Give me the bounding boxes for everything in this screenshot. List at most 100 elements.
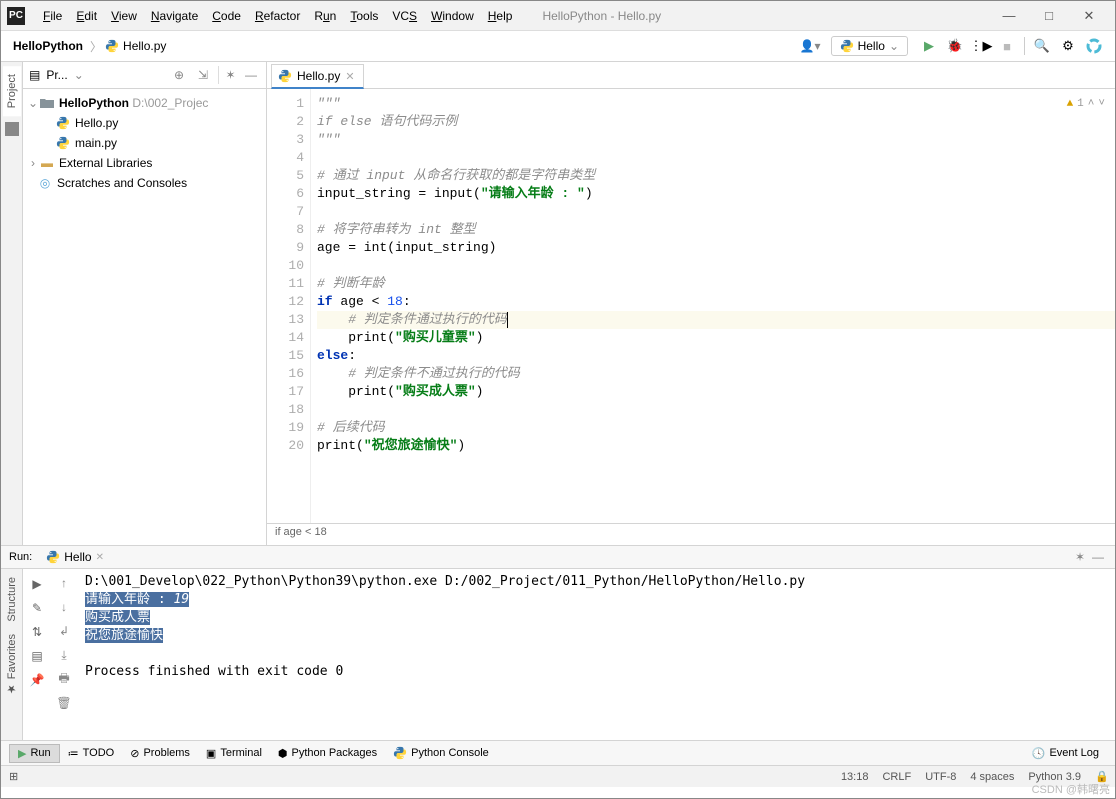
tree-external-libraries[interactable]: › ▬ External Libraries — [23, 153, 266, 173]
search-everywhere-button[interactable]: 🔍 — [1030, 34, 1054, 58]
tab-label: Hello.py — [297, 69, 340, 83]
console-output[interactable]: D:\001_Develop\022_Python\Python39\pytho… — [77, 569, 1115, 740]
menu-code[interactable]: Code — [206, 7, 247, 25]
console-line-prompt: 请输入年龄 : 19 — [85, 592, 189, 607]
status-bar: ⊞ 13:18 CRLF UTF-8 4 spaces Python 3.9 🔒 — [1, 765, 1115, 787]
tab-structure[interactable]: Structure — [6, 577, 18, 622]
tab-problems[interactable]: ⊘Problems — [122, 745, 198, 762]
gutter[interactable]: 1234567891011121314151617181920 — [267, 89, 311, 523]
left-tool-strip: Project — [1, 62, 23, 545]
tab-project[interactable]: Project — [3, 66, 21, 116]
menu-tools[interactable]: Tools — [344, 7, 384, 25]
collapse-button[interactable]: ✶ — [218, 66, 236, 84]
context-breadcrumb[interactable]: if age < 18 — [267, 523, 1115, 545]
scroll-end-button[interactable]: ⤓ — [54, 645, 74, 665]
run-title: Run: — [9, 551, 32, 563]
file-label: main.py — [75, 136, 117, 150]
text-caret — [507, 312, 508, 328]
ide-features-button[interactable] — [1082, 34, 1106, 58]
run-more-button[interactable]: ⋮▶ — [969, 34, 993, 58]
close-tab-icon[interactable]: ✕ — [345, 70, 354, 83]
tree-project-root[interactable]: ⌄ HelloPython D:\002_Projec — [23, 93, 266, 113]
external-libs-label: External Libraries — [59, 156, 152, 170]
tab-python-packages[interactable]: ⬢Python Packages — [270, 745, 385, 762]
close-icon[interactable]: ✕ — [96, 552, 104, 563]
menu-navigate[interactable]: Navigate — [145, 7, 204, 25]
menu-vcs[interactable]: VCS — [386, 7, 423, 25]
status-encoding[interactable]: UTF-8 — [925, 771, 956, 783]
tab-python-console[interactable]: Python Console — [385, 744, 497, 762]
up-button[interactable]: ↑ — [54, 573, 74, 593]
print-button[interactable]: 🖶 — [54, 669, 74, 689]
left-tool-strip-lower: Structure ★ Favorites — [1, 569, 23, 740]
menu-file[interactable]: File — [37, 7, 68, 25]
menu-window[interactable]: Window — [425, 7, 480, 25]
user-icon[interactable]: 👤▾ — [800, 39, 821, 53]
code-area[interactable]: ▲ 1 ˄ ˅ 1234567891011121314151617181920 … — [267, 89, 1115, 523]
bottom-tool-tabs: ▶Run ≔TODO ⊘Problems ▣Terminal ⬢Python P… — [1, 740, 1115, 765]
python-file-icon — [105, 39, 119, 53]
tree-scratches[interactable]: ◎ Scratches and Consoles — [23, 173, 266, 193]
python-icon — [393, 746, 407, 760]
python-icon — [46, 550, 60, 564]
editor: Hello.py ✕ ▲ 1 ˄ ˅ 123456789101112131415… — [267, 62, 1115, 545]
menu-run[interactable]: Run — [308, 7, 342, 25]
toggle-button[interactable]: ⇅ — [26, 621, 48, 643]
tab-todo[interactable]: ≔TODO — [60, 745, 123, 762]
tab-terminal[interactable]: ▣Terminal — [198, 745, 270, 762]
run-config-select[interactable]: Hello ⌄ — [831, 36, 908, 56]
delete-button[interactable]: 🗑 — [54, 693, 74, 713]
hide-run-button[interactable]: — — [1089, 548, 1107, 566]
menu-edit[interactable]: Edit — [70, 7, 103, 25]
status-tool-window-button[interactable]: ⊞ — [9, 770, 18, 783]
python-file-icon — [278, 69, 292, 83]
menu-view[interactable]: View — [105, 7, 143, 25]
bookmarks-icon[interactable] — [5, 122, 19, 136]
tab-favorites[interactable]: ★ Favorites — [5, 634, 18, 695]
status-caret-position[interactable]: 13:18 — [841, 771, 869, 783]
hide-button[interactable]: — — [242, 66, 260, 84]
soft-wrap-button[interactable]: ↲ — [54, 621, 74, 641]
locate-button[interactable]: ⊕ — [170, 66, 188, 84]
project-view-icon: ▤ — [29, 68, 40, 82]
run-tab-hello[interactable]: Hello ✕ — [40, 548, 110, 566]
expand-button[interactable]: ⇲ — [194, 66, 212, 84]
project-panel-title[interactable]: Pr... — [46, 68, 67, 82]
menu-refactor[interactable]: Refactor — [249, 7, 306, 25]
stop-button[interactable]: ■ — [995, 34, 1019, 58]
run-button[interactable]: ▶ — [917, 34, 941, 58]
close-button[interactable]: ✕ — [1069, 2, 1109, 30]
console-line-out2: 祝您旅途愉快 — [85, 628, 163, 643]
debug-button[interactable]: 🐞 — [943, 34, 967, 58]
settings-button[interactable]: ⚙ — [1056, 34, 1080, 58]
maximize-button[interactable]: □ — [1029, 2, 1069, 30]
status-indent[interactable]: 4 spaces — [970, 771, 1014, 783]
tree-file-main[interactable]: main.py — [23, 133, 266, 153]
project-name: HelloPython — [59, 96, 129, 110]
code-text[interactable]: """ if else 语句代码示例 """ # 通过 input 从命名行获取… — [311, 89, 1115, 523]
tab-run[interactable]: ▶Run — [9, 744, 60, 763]
breadcrumb-root[interactable]: HelloPython — [9, 37, 87, 55]
breadcrumb-file[interactable]: Hello.py — [119, 37, 170, 55]
editor-tab-hello[interactable]: Hello.py ✕ — [271, 64, 364, 89]
pin-button[interactable]: 📌 — [26, 669, 48, 691]
console-line-out1: 购买成人票 — [85, 610, 150, 625]
file-label: Hello.py — [75, 116, 118, 130]
tab-event-log[interactable]: 🕓Event Log — [1024, 745, 1107, 762]
project-panel: ▤ Pr... ⌄ ⊕ ⇲ ✶ — ⌄ HelloPython D:\002_P… — [23, 62, 267, 545]
edit-config-button[interactable]: ✎ — [26, 597, 48, 619]
scratches-label: Scratches and Consoles — [57, 176, 187, 190]
chevron-down-icon[interactable]: ⌄ — [74, 68, 84, 82]
tree-file-hello[interactable]: Hello.py — [23, 113, 266, 133]
down-button[interactable]: ↓ — [54, 597, 74, 617]
minimize-button[interactable]: — — [989, 2, 1029, 30]
layout-button[interactable]: ▤ — [26, 645, 48, 667]
chevron-down-icon: ⌄ — [889, 39, 899, 53]
window-title: HelloPython - Hello.py — [542, 9, 661, 23]
rerun-button[interactable]: ▶ — [26, 573, 48, 595]
python-icon — [840, 39, 854, 53]
titlebar: PC File Edit View Navigate Code Refactor… — [1, 1, 1115, 31]
menu-help[interactable]: Help — [482, 7, 519, 25]
status-line-separator[interactable]: CRLF — [882, 771, 911, 783]
run-settings-button[interactable]: ✶ — [1071, 548, 1089, 566]
